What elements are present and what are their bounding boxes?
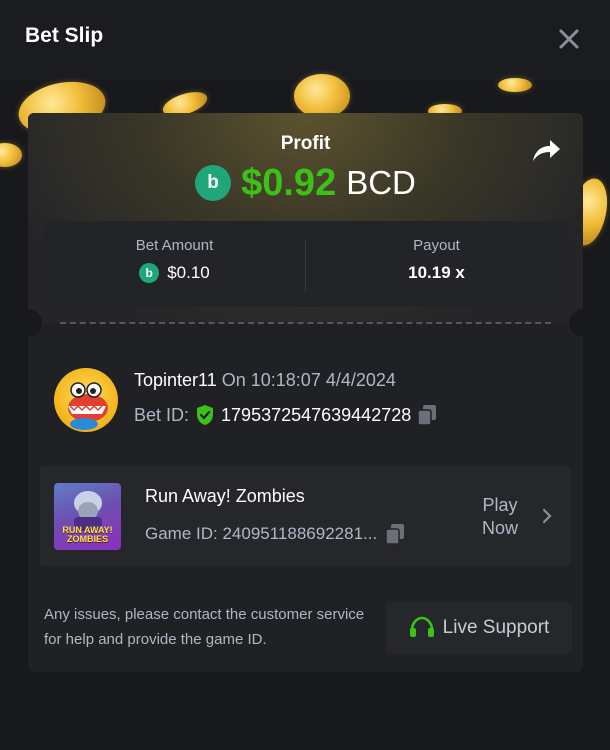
profit-row: b $0.92 BCD [28, 161, 583, 205]
copy-icon[interactable] [417, 404, 437, 426]
bet-stats: Bet Amount b $0.10 Payout 10.19 x [44, 221, 567, 307]
payout-value: 10.19 x [408, 263, 465, 282]
thumbnail-title-line2: ZOMBIES [66, 534, 108, 544]
coin-decoration [498, 78, 532, 92]
support-notice: Any issues, please contact the customer … [44, 606, 365, 648]
bcd-coin-icon: b [195, 165, 232, 201]
close-icon[interactable] [556, 26, 582, 52]
play-now-button[interactable]: Play Now [465, 494, 535, 540]
bcd-coin-icon: b [139, 263, 160, 283]
profit-amount: $0.92 [241, 161, 337, 204]
bet-id-label: Bet ID: [134, 404, 190, 425]
avatar[interactable] [54, 368, 118, 432]
profit-label: Profit [280, 133, 331, 154]
profit-currency: BCD [346, 164, 416, 201]
payout-label: Payout [413, 237, 460, 254]
payout-stat: Payout 10.19 x [306, 221, 567, 307]
ticket-divider [60, 322, 551, 324]
coin-decoration [0, 143, 22, 167]
live-support-label: Live Support [442, 617, 550, 638]
game-card: RUN AWAY! ZOMBIES Run Away! Zombies Game… [40, 466, 571, 566]
bet-id: 1795372547639442728 [221, 404, 412, 425]
game-id: Game ID: 240951188692281... [145, 524, 378, 543]
header-title: Bet Slip [25, 24, 104, 47]
bet-amount-value: $0.10 [167, 263, 210, 282]
bet-slip-header: Bet Slip [0, 0, 610, 80]
profit-section: Profit b $0.92 BCD Bet Amount b $0.10 Pa… [28, 113, 583, 323]
bet-amount-label: Bet Amount [135, 237, 214, 254]
game-thumbnail[interactable]: RUN AWAY! ZOMBIES [54, 483, 121, 550]
chevron-right-icon[interactable] [540, 506, 554, 526]
shield-check-icon [197, 405, 214, 425]
coin-decoration [294, 74, 350, 118]
bet-slip-card: Profit b $0.92 BCD Bet Amount b $0.10 Pa… [28, 113, 583, 672]
bet-id-line: Bet ID: 1795372547639442728 [134, 404, 437, 426]
user-line: Topinter11 On 10:18:07 4/4/2024 [134, 370, 396, 391]
username[interactable]: Topinter11 [134, 370, 217, 390]
bet-amount-value-row: b $0.10 [44, 263, 305, 283]
game-name[interactable]: Run Away! Zombies [145, 486, 305, 507]
bet-amount-stat: Bet Amount b $0.10 [44, 221, 305, 307]
game-thumbnail-title: RUN AWAY! ZOMBIES [56, 526, 119, 544]
share-icon[interactable] [531, 137, 561, 163]
game-id-line: Game ID: 240951188692281... [145, 523, 405, 545]
live-support-button[interactable]: Live Support [386, 602, 572, 654]
dinosaur-avatar-icon [68, 382, 108, 430]
copy-icon[interactable] [385, 523, 405, 545]
headset-icon [409, 616, 434, 637]
bet-timestamp: On 10:18:07 4/4/2024 [221, 370, 396, 390]
user-info: Topinter11 On 10:18:07 4/4/2024 Bet ID: … [54, 368, 557, 432]
